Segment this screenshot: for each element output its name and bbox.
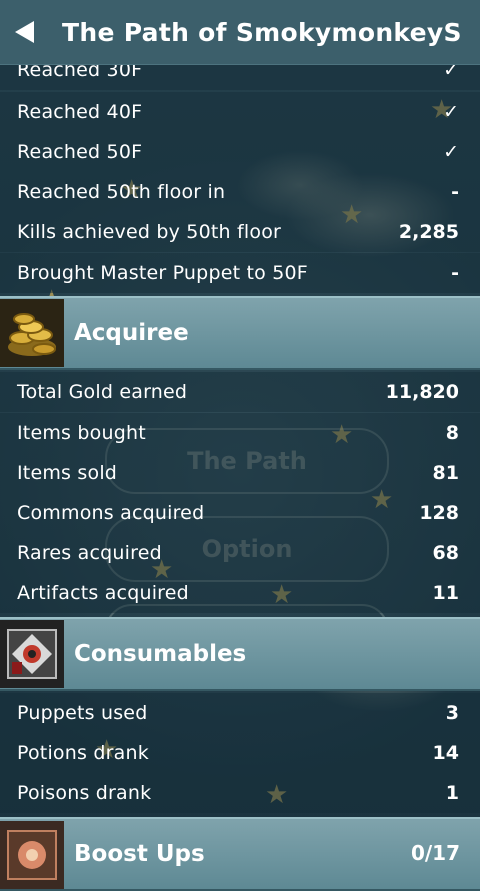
checkmark-icon: ✓ [443, 141, 459, 163]
back-arrow-icon [15, 21, 34, 43]
section-title: Boost Ups [74, 841, 205, 867]
stat-label: Potions drank [17, 742, 149, 764]
list-item: Brought Master Puppet to 50F - [0, 253, 480, 293]
stat-value: 128 [419, 502, 459, 524]
boost-ups-count: 0/17 [410, 841, 460, 865]
boost-icon [0, 821, 64, 889]
stat-value: 1 [445, 782, 459, 804]
page-title: The Path of SmokymonkeyS [62, 17, 462, 47]
list-item: Poisons drank 1 [0, 773, 480, 813]
list-item: Items sold 81 [0, 453, 480, 493]
stat-label: Artifacts acquired [17, 582, 189, 604]
stat-value: 81 [432, 462, 459, 484]
stat-label: Items bought [17, 422, 146, 444]
section-header-acquiree[interactable]: Acquiree [0, 296, 480, 370]
list-item: Reached 40F ✓ [0, 92, 480, 132]
stat-label: Kills achieved by 50th floor [17, 221, 282, 243]
list-item: Items bought 8 [0, 413, 480, 453]
list-item: Kills achieved by 50th floor 2,285 [0, 212, 480, 252]
stat-value: 8 [445, 422, 459, 444]
list-item: Puppets used 3 [0, 693, 480, 733]
stat-label: Total Gold earned [17, 381, 188, 403]
potion-icon [0, 620, 64, 688]
list-item: Artifacts acquired 11 [0, 573, 480, 613]
stat-label: Brought Master Puppet to 50F [17, 262, 308, 284]
section-header-boost-ups[interactable]: Boost Ups 0/17 [0, 817, 480, 891]
back-button[interactable] [0, 0, 50, 64]
stat-label: Commons acquired [17, 502, 205, 524]
list-item: Rares acquired 68 [0, 533, 480, 573]
section-header-consumables[interactable]: Consumables [0, 617, 480, 691]
stat-label: Reached 50th floor in [17, 181, 226, 203]
top-bar: The Path of SmokymonkeyS [0, 0, 480, 65]
stat-label: Rares acquired [17, 542, 162, 564]
stat-label: Poisons drank [17, 782, 152, 804]
stat-value: - [451, 262, 459, 284]
stat-label: Puppets used [17, 702, 148, 724]
section-title: Acquiree [74, 320, 189, 346]
list-item: Reached 50F ✓ [0, 132, 480, 172]
stat-label: Reached 40F [17, 101, 143, 123]
section-title: Consumables [74, 641, 247, 667]
stat-value: 2,285 [398, 221, 459, 243]
stat-label: Reached 50F [17, 141, 143, 163]
stat-value: 14 [432, 742, 459, 764]
stat-value: 68 [432, 542, 459, 564]
list-item: Total Gold earned 11,820 [0, 372, 480, 412]
stat-value: 3 [445, 702, 459, 724]
gold-coins-icon [0, 299, 64, 367]
stat-value: 11,820 [385, 381, 459, 403]
list-item: Potions drank 14 [0, 733, 480, 773]
stat-value: 11 [432, 582, 459, 604]
stat-label: Items sold [17, 462, 118, 484]
list-item: Commons acquired 128 [0, 493, 480, 533]
list-item: Reached 50th floor in - [0, 172, 480, 212]
stat-value: - [451, 181, 459, 203]
checkmark-icon: ✓ [443, 101, 459, 123]
